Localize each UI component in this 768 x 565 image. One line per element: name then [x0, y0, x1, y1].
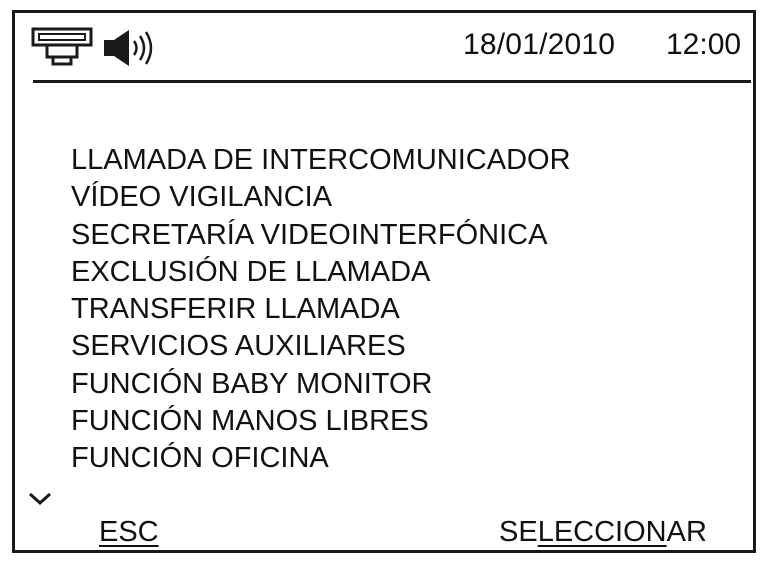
- menu-item-video-surveillance[interactable]: VÍDEO VIGILANCIA: [71, 179, 571, 216]
- select-softkey[interactable]: SELECCIONAR: [499, 515, 707, 549]
- menu-item-office-function[interactable]: FUNCIÓN OFICINA: [71, 440, 571, 477]
- menu-item-video-secretary[interactable]: SECRETARÍA VIDEOINTERFÓNICA: [71, 217, 571, 254]
- status-bar: 18/01/2010 12:00: [15, 13, 753, 83]
- main-menu: LLAMADA DE INTERCOMUNICADOR VÍDEO VIGILA…: [71, 142, 571, 478]
- menu-item-auxiliary-services[interactable]: SERVICIOS AUXILIARES: [71, 328, 571, 365]
- header-divider: [33, 80, 751, 83]
- select-softkey-underlined: LECCION: [537, 516, 667, 548]
- menu-item-intercom-call[interactable]: LLAMADA DE INTERCOMUNICADOR: [71, 142, 571, 179]
- menu-item-call-exclusion[interactable]: EXCLUSIÓN DE LLAMADA: [71, 254, 571, 291]
- menu-item-hands-free[interactable]: FUNCIÓN MANOS LIBRES: [71, 403, 571, 440]
- select-softkey-prefix: SE: [499, 516, 538, 548]
- menu-item-baby-monitor[interactable]: FUNCIÓN BABY MONITOR: [71, 366, 571, 403]
- intercom-display-screen: 18/01/2010 12:00 LLAMADA DE INTERCOMUNIC…: [12, 10, 756, 553]
- menu-item-transfer-call[interactable]: TRANSFERIR LLAMADA: [71, 291, 571, 328]
- date-display: 18/01/2010: [463, 28, 616, 61]
- time-display: 12:00: [666, 28, 742, 61]
- chevron-down-icon[interactable]: [27, 491, 53, 512]
- speaker-volume-icon: [101, 27, 157, 74]
- select-softkey-suffix: AR: [666, 516, 707, 548]
- intercom-icon: [31, 27, 93, 72]
- esc-softkey[interactable]: ESC: [99, 515, 159, 549]
